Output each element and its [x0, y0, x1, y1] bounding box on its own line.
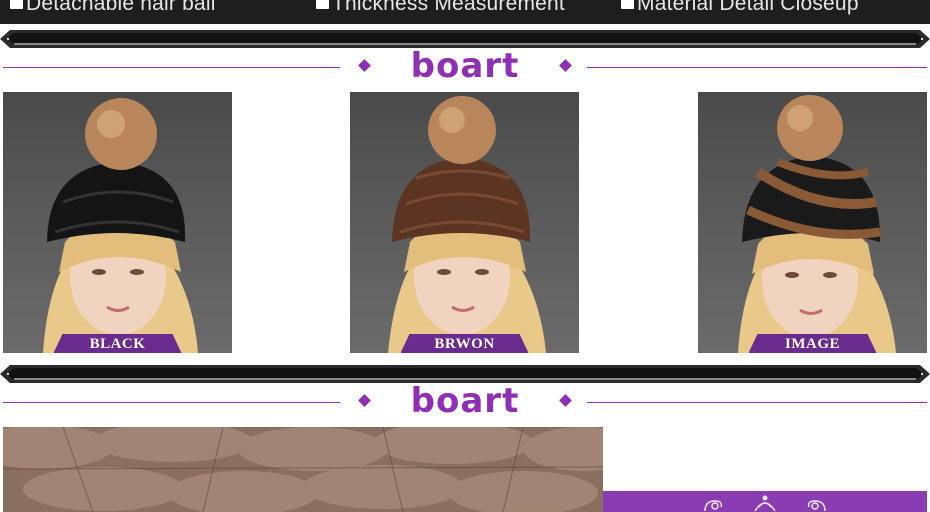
divider-line [3, 402, 340, 403]
hat-model-illustration [388, 96, 546, 353]
ornament-icon [704, 495, 826, 512]
product-card-image[interactable]: IMAGE [698, 92, 927, 353]
ornament-panel [603, 491, 927, 512]
brand-logo: boart [410, 46, 520, 86]
feature-thickness-measurement: Thickness Measurement [316, 0, 565, 16]
bullet-square-icon [10, 0, 23, 9]
divider-line [587, 402, 927, 403]
feature-label: Thickness Measurement [332, 0, 565, 15]
bullet-square-icon [621, 0, 634, 9]
hat-model-illustration [43, 98, 198, 353]
feature-label: Detachable hair ball [26, 0, 216, 15]
hat-model-illustration [738, 95, 896, 353]
fur-closeup-image [3, 427, 603, 512]
diamond-icon [358, 394, 371, 407]
feature-bar: Detachable hair ball Thickness Measureme… [0, 0, 930, 24]
product-card-black[interactable]: BLACK [3, 92, 232, 353]
color-label: IMAGE [748, 334, 877, 353]
color-label: BRWON [400, 334, 529, 353]
brand-logo: boart [410, 381, 520, 421]
feature-detachable-hair-ball: Detachable hair ball [10, 0, 216, 16]
bullet-square-icon [316, 0, 329, 9]
color-label: BLACK [53, 334, 182, 353]
product-card-brown[interactable]: BRWON [350, 92, 579, 353]
brand-logo-row: boart [0, 383, 930, 423]
diamond-icon [559, 394, 572, 407]
diamond-icon [358, 59, 371, 72]
brand-logo-row: boart [0, 48, 930, 88]
diamond-icon [559, 59, 572, 72]
feature-material-detail-closeup: Material Detail Closeup [621, 0, 859, 16]
divider-line [3, 67, 340, 68]
feature-label: Material Detail Closeup [637, 0, 859, 15]
divider-line [587, 67, 927, 68]
